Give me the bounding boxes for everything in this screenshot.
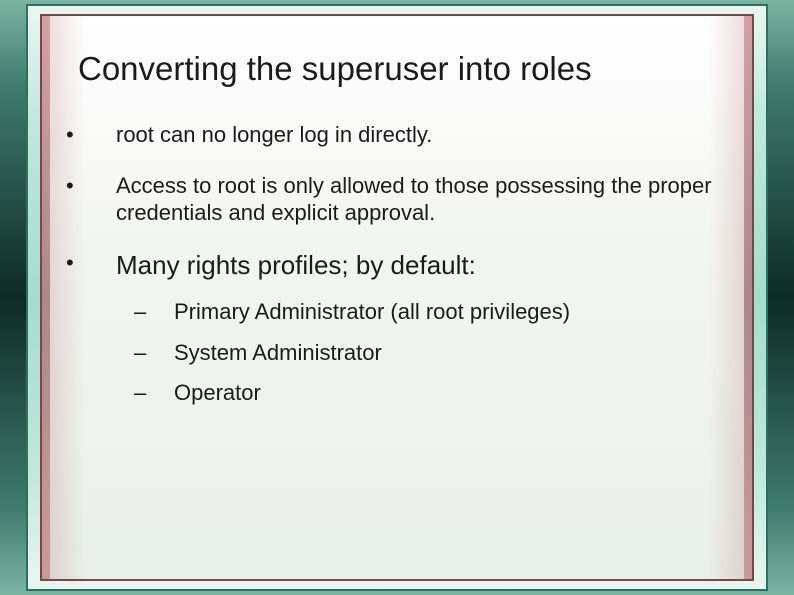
sub-bullet-item: Operator (116, 379, 720, 408)
slide-stage: Converting the superuser into roles root… (0, 0, 794, 595)
bullet-item: Many rights profiles; by default: Primar… (58, 250, 740, 408)
sub-bullet-text: System Administrator (174, 340, 382, 365)
bullet-item: root can no longer log in directly. (58, 122, 740, 149)
sub-bullet-item: Primary Administrator (all root privileg… (116, 298, 720, 327)
slide-content: Converting the superuser into roles root… (58, 20, 740, 575)
bullet-text: Access to root is only allowed to those … (116, 173, 712, 225)
sub-bullet-text: Primary Administrator (all root privileg… (174, 299, 570, 324)
sub-bullet-text: Operator (174, 380, 261, 405)
sub-bullet-list: Primary Administrator (all root privileg… (116, 298, 720, 408)
bullet-text: root can no longer log in directly. (116, 122, 432, 147)
bullet-item: Access to root is only allowed to those … (58, 173, 740, 227)
slide-title: Converting the superuser into roles (78, 50, 740, 88)
sub-bullet-item: System Administrator (116, 339, 720, 368)
bullet-text: Many rights profiles; by default: (116, 250, 476, 280)
bullet-list: root can no longer log in directly. Acce… (58, 122, 740, 408)
